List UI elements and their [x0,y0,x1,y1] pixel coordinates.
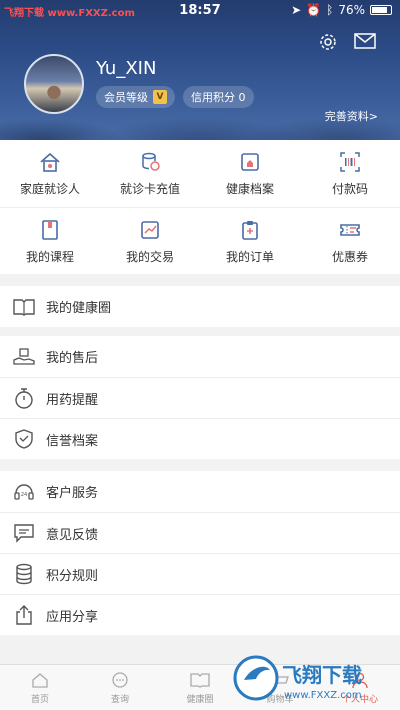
menu-item-after-sales[interactable]: 我的售后 [0,336,400,377]
location-icon: ➤ [291,3,302,17]
credit-points-label: 信用积分 0 [191,91,246,104]
tab-query[interactable]: 查询 [80,665,160,710]
menu-item-label: 客户服务 [46,486,99,501]
member-level-label: 会员等级 [104,91,148,104]
database-stack-icon [12,562,36,586]
folder-icon [238,150,262,174]
menu-group-services: 我的售后 用药提醒 信誉档案 [0,336,400,459]
menu-item-label: 我的健康圈 [46,301,112,316]
grid-label: 我的订单 [225,249,274,264]
house-icon [38,150,62,174]
tab-label: 查询 [110,695,129,705]
menu-item-label: 信誉档案 [46,433,99,449]
clipboard-icon [238,218,262,242]
vip-level-icon: V [153,90,167,104]
open-book-icon [190,670,210,690]
open-book-icon [12,295,36,319]
menu-item-customer-service[interactable]: 24 客户服务 [0,471,400,512]
member-level-badge[interactable]: 会员等级 V [96,86,175,108]
bluetooth-icon: ᛒ [326,3,334,17]
menu-item-feedback[interactable]: 意见反馈 [0,512,400,553]
grid-item-my-orders[interactable]: 我的订单 [200,208,300,274]
tab-health-circle[interactable]: 健康圈 [160,665,240,710]
alarm-icon: ⏰ [306,3,322,17]
grid-item-coupons[interactable]: 优惠券 [300,208,400,274]
coins-icon [138,150,162,174]
header-actions [318,32,376,55]
menu-item-label: 用药提醒 [46,392,99,408]
home-icon [30,670,50,690]
menu-item-label: 应用分享 [46,609,99,625]
chat-bubble-icon [12,521,36,545]
grid-item-my-courses[interactable]: 我的课程 [0,208,100,274]
menu-item-label: 我的售后 [46,351,99,366]
battery-percent: 76% [338,3,365,17]
grid-item-card-recharge[interactable]: 就诊卡充值 [100,140,200,207]
profile-badges: 会员等级 V 信用积分 0 [96,86,254,108]
chart-icon [138,218,162,242]
grid-item-health-record[interactable]: 健康档案 [200,140,300,207]
status-bar: 飞翔下载 www.FXXZ.com 18:57 ➤ ⏰ ᛒ 76% [0,0,400,22]
menu-group-support: 24 客户服务 意见反馈 积分规则 应用分享 [0,471,400,635]
grid-label: 家庭就诊人 [19,182,80,196]
grid-row-1: 家庭就诊人 就诊卡充值 健康档案 付款码 [0,140,400,207]
battery-icon [370,5,392,15]
profile-header: 飞翔下载 www.FXXZ.com 18:57 ➤ ⏰ ᛒ 76% Yu_XIN… [0,0,400,140]
grid-label: 我的课程 [25,249,74,264]
shield-icon [12,427,36,451]
tab-label: 健康圈 [186,695,214,705]
menu-item-label: 意见反馈 [46,527,99,543]
menu-item-label: 积分规则 [46,568,99,584]
watermark-logo: 飞翔下载 www.FXXZ.com [232,648,396,706]
status-right: ➤ ⏰ ᛒ 76% [291,3,392,17]
function-grid: 家庭就诊人 就诊卡充值 健康档案 付款码 我的课程 我的交易 我的订单 优惠券 [0,140,400,274]
menu-item-credit-record[interactable]: 信誉档案 [0,418,400,459]
grid-item-my-trades[interactable]: 我的交易 [100,208,200,274]
grid-item-family-patient[interactable]: 家庭就诊人 [0,140,100,207]
message-mail-icon[interactable] [354,32,376,55]
complete-profile-link[interactable]: 完善资料> [325,108,378,124]
book-icon [38,218,62,242]
grid-item-payment-code[interactable]: 付款码 [300,140,400,207]
settings-gear-icon[interactable] [318,32,338,55]
chat-dots-icon [110,670,130,690]
menu-item-medication-reminder[interactable]: 用药提醒 [0,377,400,418]
grid-label: 付款码 [331,182,368,196]
username: Yu_XIN [96,58,157,79]
watermark-title: 飞翔下载 [282,663,362,687]
watermark-url: www.FXXZ.com [284,690,362,701]
share-icon [12,603,36,627]
menu-item-health-circle[interactable]: 我的健康圈 [0,286,400,327]
menu-item-points-rules[interactable]: 积分规则 [0,553,400,594]
credit-points-badge[interactable]: 信用积分 0 [183,86,254,108]
tab-label: 首页 [30,695,49,705]
headset-24h-icon: 24 [12,480,36,504]
grid-label: 健康档案 [225,182,274,196]
grid-row-2: 我的课程 我的交易 我的订单 优惠券 [0,207,400,274]
hand-box-icon [12,345,36,369]
menu-item-share-app[interactable]: 应用分享 [0,594,400,635]
menu-group-health-circle: 我的健康圈 [0,286,400,327]
svg-text:24: 24 [21,492,27,498]
ticket-icon [338,218,362,242]
avatar[interactable] [24,54,84,114]
timer-icon [12,386,36,410]
tab-home[interactable]: 首页 [0,665,80,710]
barcode-icon [338,150,362,174]
grid-label: 优惠券 [331,249,368,264]
grid-label: 我的交易 [125,249,174,264]
grid-label: 就诊卡充值 [119,182,180,196]
